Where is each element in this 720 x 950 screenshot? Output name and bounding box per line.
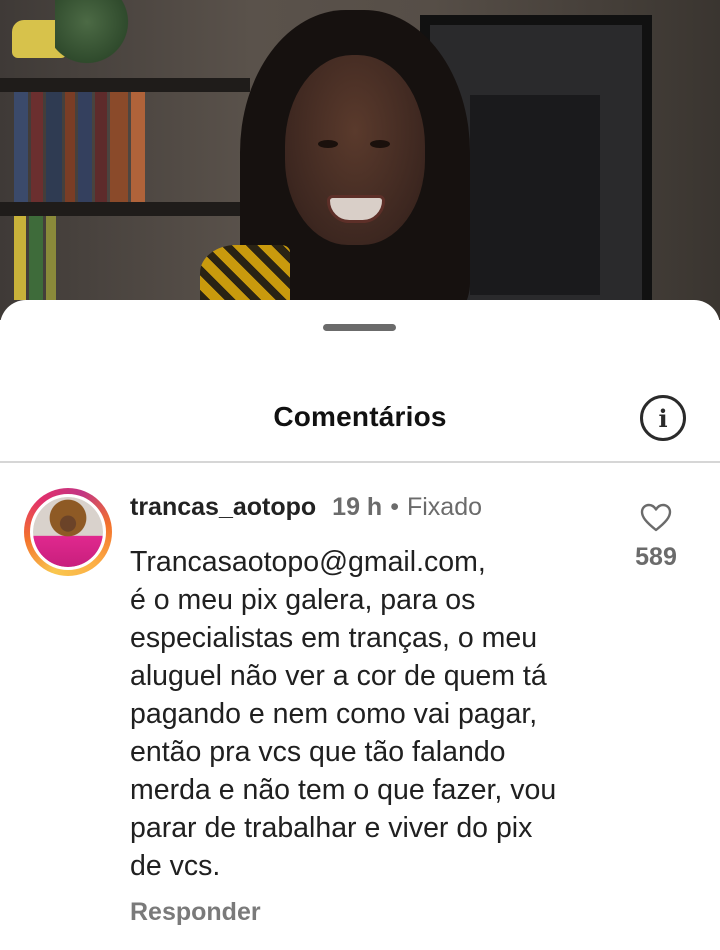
comments-screen: Comentários i trancas_aotopo 19 h • Fixa… <box>0 0 720 950</box>
heart-outline-icon[interactable] <box>640 503 672 533</box>
avatar-image <box>30 494 106 570</box>
like-area: 589 <box>628 503 684 572</box>
comment-text: Trancasaotopo@gmail.com, é o meu pix gal… <box>130 543 620 885</box>
comment-time: 19 h <box>332 493 383 521</box>
like-count: 589 <box>635 543 677 571</box>
separator-dot: • <box>390 493 399 521</box>
avatar[interactable] <box>24 488 112 576</box>
comment-item: trancas_aotopo 19 h • Fixado Trancasaoto… <box>0 300 720 950</box>
comment-username[interactable]: trancas_aotopo <box>130 493 316 522</box>
comment-text-line: parar de trabalhar e viver do pix <box>130 812 533 844</box>
comment-text-line: de vcs. <box>130 850 221 882</box>
comment-text-line: Trancasaotopo@gmail.com, <box>130 546 486 578</box>
plant <box>55 0 135 70</box>
comment-header: trancas_aotopo 19 h • Fixado <box>130 493 482 522</box>
pinned-label: Fixado <box>406 493 483 521</box>
person-eye <box>318 140 338 148</box>
books <box>14 92 148 202</box>
comment-text-line: aluguel não ver a cor de quem tá <box>130 660 547 692</box>
shelf <box>0 202 250 216</box>
books <box>14 216 59 300</box>
comment-text-line: pagando e nem como vai pagar, <box>130 698 538 730</box>
comment-text-line: é o meu pix galera, para os <box>130 584 476 616</box>
shelf <box>0 78 250 92</box>
comment-text-line: então pra vcs que tão falando <box>130 736 506 768</box>
comment-text-line: especialistas em tranças, o meu <box>130 622 538 654</box>
reply-button[interactable]: Responder <box>130 898 261 927</box>
video-background <box>0 0 720 320</box>
person-eye <box>370 140 390 148</box>
comment-text-line: merda e não tem o que fazer, vou <box>130 774 557 806</box>
